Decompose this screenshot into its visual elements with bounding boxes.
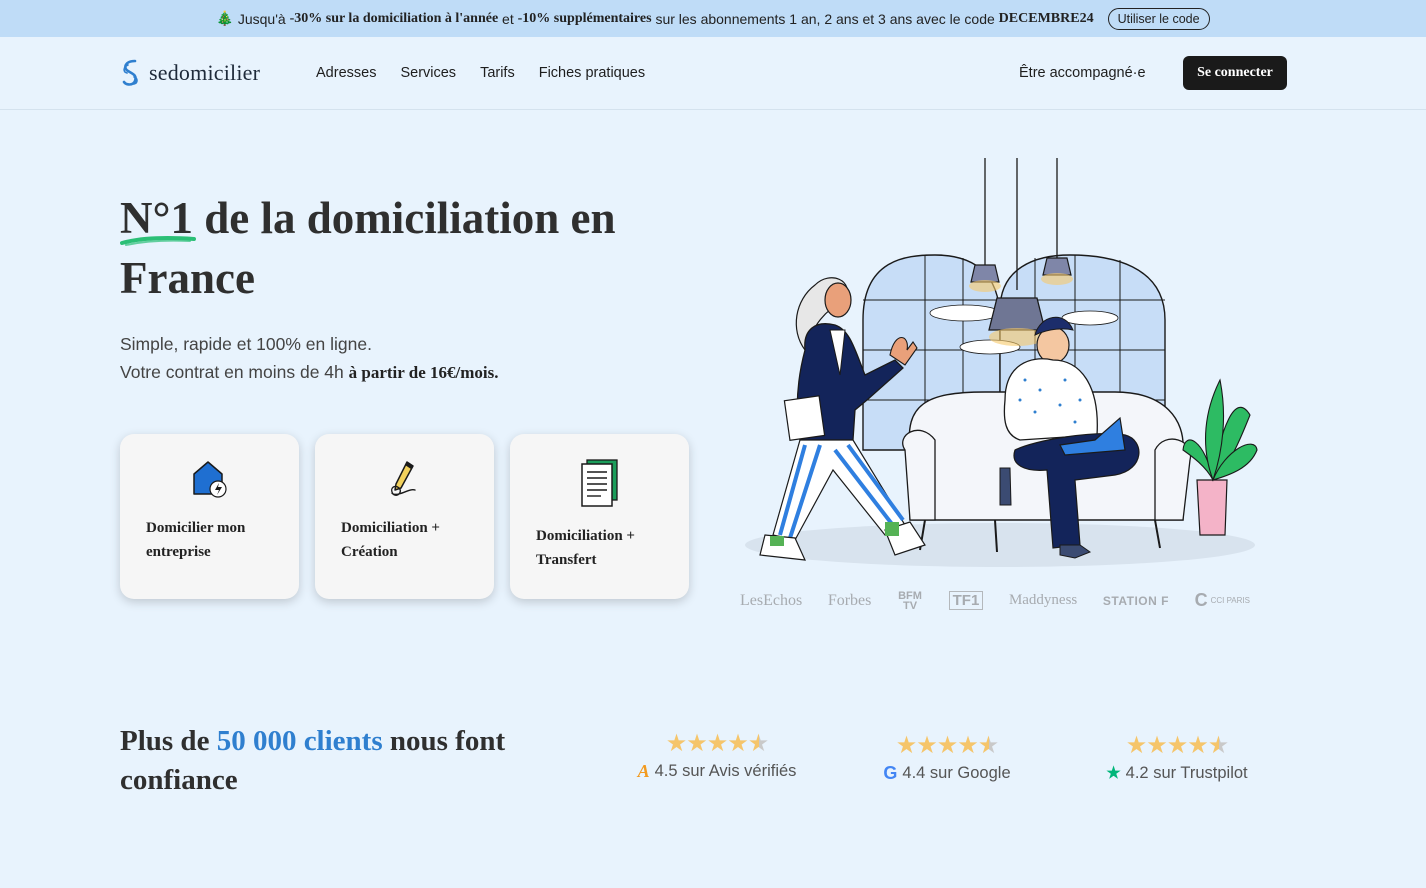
logo-icon <box>122 59 138 86</box>
press-logo-cci-paris: C CCI PARIS <box>1194 590 1250 610</box>
nav-item-fiches-pratiques[interactable]: Fiches pratiques <box>539 65 645 81</box>
rating-google[interactable]: ★★★★★ G 4.4 sur Google <box>852 732 1042 784</box>
promo-text-1: Jusqu'à <box>237 10 290 27</box>
card-label: Domicilier mon entreprise <box>146 520 246 560</box>
card-transfert[interactable]: Domiciliation + Transfert <box>510 434 689 599</box>
subtitle-line-1: Simple, rapide et 100% en ligne. <box>120 334 372 354</box>
press-logo-maddyness: Maddyness <box>1008 592 1078 608</box>
rating-trustpilot[interactable]: ★★★★★ ★ 4.2 sur Trustpilot <box>1082 732 1272 783</box>
subtitle-price: à partir de 16€/mois. <box>348 363 499 382</box>
press-logo-forbes: Forbes <box>827 591 872 609</box>
star-rating: ★★★★★ <box>895 732 1000 759</box>
title-rest: de la domiciliation en France <box>120 193 616 303</box>
promo-code: DECEMBRE24 <box>998 10 1094 26</box>
clients-count-highlight: 50 000 clients <box>216 725 383 757</box>
promo-bold-2: -10% supplémentaires <box>517 10 652 26</box>
office-illustration <box>745 158 1258 567</box>
card-label: Domiciliation + Transfert <box>536 528 635 568</box>
card-label: Domiciliation + Création <box>341 520 440 560</box>
logo[interactable]: sedomicilier <box>119 58 260 88</box>
green-underline-stroke <box>120 236 196 246</box>
login-button[interactable]: Se connecter <box>1183 56 1287 90</box>
google-icon: G <box>883 763 898 783</box>
documents-icon <box>580 459 618 507</box>
press-logo-stationf: STATION F <box>1102 593 1169 608</box>
title-highlight: N°1 <box>120 188 196 248</box>
promo-text-2: et <box>498 10 518 27</box>
press-logo-tf1: TF1 <box>948 591 984 610</box>
avis-verifies-icon: A <box>637 761 650 781</box>
card-domicilier[interactable]: Domicilier mon entreprise <box>120 434 299 599</box>
accompany-link[interactable]: Être accompagné·e <box>1019 65 1146 81</box>
site-header: sedomicilier Adresses Services Tarifs Fi… <box>0 37 1426 110</box>
plant <box>1182 378 1258 536</box>
promo-bold-1: -30% sur la domiciliation à l'année <box>289 10 499 26</box>
hero-subtitle: Simple, rapide et 100% en ligne. Votre c… <box>120 330 498 387</box>
card-creation[interactable]: Domiciliation + Création <box>315 434 494 599</box>
house-lightning-icon <box>192 461 227 498</box>
nav-item-services[interactable]: Services <box>400 65 456 81</box>
service-cards: Domicilier mon entreprise Domiciliation … <box>120 434 689 599</box>
pen-signature-icon <box>390 461 416 497</box>
main-nav: Adresses Services Tarifs Fiches pratique… <box>316 65 645 81</box>
press-logo-bfmtv: BFM TV <box>898 589 922 612</box>
use-code-button[interactable]: Utiliser le code <box>1107 7 1210 30</box>
star-rating: ★★★★★ <box>1125 732 1230 759</box>
christmas-tree-icon: 🎄 <box>216 10 234 26</box>
promo-banner: 🎄 Jusqu'à -30% sur la domiciliation à l'… <box>0 0 1426 37</box>
trustpilot-star-icon: ★ <box>1106 765 1121 782</box>
subtitle-line-2: Votre contrat en moins de 4h à partir de… <box>120 362 499 382</box>
nav-item-adresses[interactable]: Adresses <box>316 65 376 81</box>
rating-avis-verifies[interactable]: ★★★★★ A 4.5 sur Avis vérifiés <box>622 730 812 782</box>
star-rating: ★★★★★ <box>665 730 770 757</box>
hero-title: N°1 de la domiciliation en France <box>120 188 700 308</box>
nav-item-tarifs[interactable]: Tarifs <box>480 65 515 81</box>
trust-title: Plus de 50 000 clients nous font confian… <box>120 725 506 796</box>
promo-text-3: sur les abonnements 1 an, 2 ans et 3 ans… <box>651 10 999 27</box>
press-logos: LesEchos Forbes BFM TV TF1 Maddyness STA… <box>740 590 1250 611</box>
logo-text: sedomicilier <box>149 60 261 85</box>
press-logo-lesechos: LesEchos <box>740 591 803 609</box>
floor-shadow <box>745 523 1255 567</box>
